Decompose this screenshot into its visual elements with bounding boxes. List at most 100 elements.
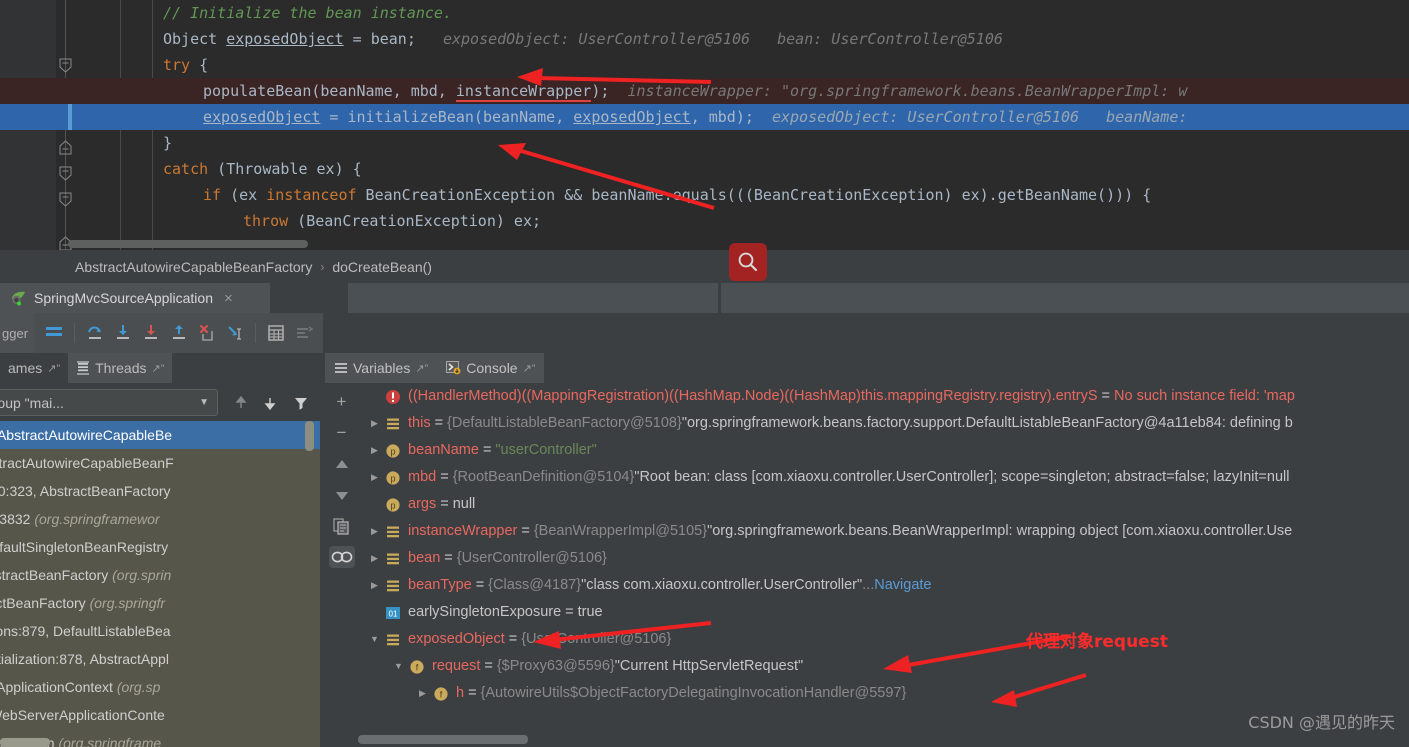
thread-dropdown[interactable]: main"@1 in group "mai... ▼	[0, 389, 218, 416]
stack-frame-item[interactable]: ateBean:517, AbstractAutowireCapableBean…	[0, 449, 320, 477]
frames-vertical-scrollbar[interactable]	[305, 421, 314, 451]
stack-frame-item[interactable]: Object:-1, 1026483832 (org.springframewo…	[0, 505, 320, 533]
code-line[interactable]: populateBean(beanName, mbd, instanceWrap…	[0, 78, 1409, 104]
step-into-icon[interactable]	[110, 320, 136, 346]
variable-row[interactable]: ((HandlerMethod)((MappingRegistration)((…	[358, 383, 1409, 410]
code-line[interactable]: }	[0, 130, 1409, 156]
variable-row[interactable]: ▶ beanType = {Class@4187} "class com.xiaoxu…	[358, 572, 1409, 599]
code-line[interactable]: try {	[0, 52, 1409, 78]
chevron-right-icon[interactable]: ▶	[366, 572, 383, 599]
variable-row[interactable]: p args = null	[358, 491, 1409, 518]
variables-tab-bar[interactable]: Variables ↗” Console ↗”	[325, 353, 1409, 383]
frames-horizontal-scrollbar[interactable]	[0, 738, 50, 747]
variable-row[interactable]: ▶ f h = {AutowireUtils$ObjectFactoryDelegati…	[358, 680, 1409, 707]
force-step-into-icon[interactable]	[138, 320, 164, 346]
stack-frame-item[interactable]: InstantiateSingletons:879, DefaultListab…	[0, 617, 320, 645]
search-button[interactable]	[729, 243, 767, 281]
settings-lines-icon[interactable]	[291, 320, 317, 346]
variable-row[interactable]: ▶ bean = {UserController@5106}	[358, 545, 1409, 572]
frames-panel[interactable]: main"@1 in group "mai... ▼ CreateBean:59…	[0, 383, 320, 747]
variables-horizontal-scrollbar[interactable]	[358, 735, 528, 744]
show-execution-point-icon[interactable]	[41, 320, 67, 346]
run-tab-empty-1[interactable]	[348, 283, 718, 313]
stack-frame-item[interactable]: esh:141, ServletWebServerApplicationCont…	[0, 701, 320, 729]
breadcrumb-item-method[interactable]: doCreateBean()	[332, 259, 432, 275]
stack-frame-item[interactable]: esh:550, AbstractApplicationContext (org…	[0, 673, 320, 701]
stack-frame-item[interactable]: CreateBean:595, AbstractAutowireCapableB…	[0, 421, 320, 449]
variable-row[interactable]: ▼ exposedObject = {UserController@5106}	[358, 626, 1409, 653]
variable-row[interactable]: ▶ this = {DefaultListableBeanFactory@5108} …	[358, 410, 1409, 437]
inspect-button[interactable]	[328, 546, 355, 568]
frames-filter-button[interactable]	[290, 393, 312, 413]
variable-row[interactable]: ▶ p mbd = {RootBeanDefinition@5104} "Root be…	[358, 464, 1409, 491]
code-line[interactable]: throw (BeanCreationException) ex;	[0, 208, 1409, 234]
chevron-down-icon[interactable]: ▼	[199, 397, 209, 408]
variable-row[interactable]: ▶ p beanName = "userController"	[358, 437, 1409, 464]
stack-frame-item[interactable]: Singleton:222, DefaultSingletonBeanRegis…	[0, 533, 320, 561]
frames-up-button[interactable]	[230, 393, 252, 413]
tab-frames[interactable]: ames ↗”	[0, 353, 68, 383]
thread-selector-row[interactable]: main"@1 in group "mai... ▼	[0, 383, 320, 421]
navigate-link[interactable]: Navigate	[874, 572, 931, 599]
chevron-right-icon[interactable]: ▶	[366, 545, 383, 572]
breadcrumb[interactable]: AbstractAutowireCapableBeanFactory › doC…	[0, 250, 1409, 283]
spring-boot-icon	[12, 291, 25, 305]
chevron-right-icon[interactable]: ▶	[366, 518, 383, 545]
tab-console[interactable]: Console ↗”	[437, 353, 545, 383]
variable-row[interactable]: ▶ instanceWrapper = {BeanWrapperImpl@5105} …	[358, 518, 1409, 545]
step-over-icon[interactable]	[82, 320, 108, 346]
remove-watch-button[interactable]: −	[329, 422, 355, 444]
variables-side-toolbar[interactable]: + −	[325, 383, 358, 747]
chevron-right-icon[interactable]: ▶	[366, 464, 383, 491]
code-line[interactable]: // Initialize the bean instance.	[0, 0, 1409, 26]
drop-frame-icon[interactable]	[194, 320, 220, 346]
breadcrumb-item-class[interactable]: AbstractAutowireCapableBeanFactory	[75, 259, 312, 275]
code-line[interactable]: catch (Throwable ex) {	[0, 156, 1409, 182]
chevron-down-icon[interactable]: ▼	[366, 626, 383, 653]
variable-row[interactable]: 01 earlySingletonExposure = true	[358, 599, 1409, 626]
stack-frame-item[interactable]: GetBean:321, AbstractBeanFactory (org.sp…	[0, 561, 320, 589]
pin-icon[interactable]: ↗”	[415, 362, 428, 375]
tab-threads[interactable]: Threads ↗”	[68, 353, 173, 383]
code-lines[interactable]: // Initialize the bean instance. Object e…	[0, 0, 1409, 234]
call-stack-list[interactable]: CreateBean:595, AbstractAutowireCapableB…	[0, 421, 320, 747]
object-icon	[387, 526, 399, 537]
run-tab-spring-app[interactable]: SpringMvcSourceApplication ×	[0, 283, 270, 313]
chevron-right-icon[interactable]: ▶	[366, 437, 383, 464]
chevron-right-icon[interactable]: ▶	[414, 680, 431, 707]
run-tab-empty-2[interactable]	[721, 283, 1409, 313]
code-editor[interactable]: ? // Initialize the bean instance.Object…	[0, 0, 1409, 250]
copy-value-button[interactable]	[329, 515, 355, 537]
close-icon[interactable]: ×	[224, 290, 233, 307]
stack-frame-item[interactable]: bda$doGetBean$0:323, AbstractBeanFactory	[0, 477, 320, 505]
code-line[interactable]: exposedObject = initializeBean(beanName,…	[0, 104, 1409, 130]
variables-tree[interactable]: ((HandlerMethod)((MappingRegistration)((…	[358, 383, 1409, 747]
frames-down-button[interactable]	[259, 393, 281, 413]
run-to-cursor-icon[interactable]	[222, 320, 248, 346]
frames-tab-bar[interactable]: ames ↗” Threads ↗”	[0, 353, 320, 383]
chevron-down-icon[interactable]: ▼	[390, 653, 407, 680]
pin-icon[interactable]: ↗”	[47, 362, 60, 375]
code-line[interactable]: Object exposedObject = bean; exposedObje…	[0, 26, 1409, 52]
add-watch-button[interactable]: +	[329, 391, 355, 413]
move-down-button[interactable]	[329, 484, 355, 506]
editor-horizontal-scrollbar[interactable]	[68, 240, 308, 248]
variable-value: "Root bean: class [com.xiaoxu.controller…	[634, 469, 1290, 485]
stack-frame-item[interactable]: Bean:202, AbstractBeanFactory (org.sprin…	[0, 589, 320, 617]
code-line[interactable]: if (ex instanceof BeanCreationException …	[0, 182, 1409, 208]
toolbar-divider	[74, 323, 75, 343]
pin-icon[interactable]: ↗”	[151, 362, 164, 375]
debugger-toolbar[interactable]: gger	[0, 313, 1409, 353]
evaluate-expression-icon[interactable]	[263, 320, 289, 346]
move-up-button[interactable]	[329, 453, 355, 475]
debugger-action-buttons[interactable]	[35, 313, 323, 353]
chevron-right-icon[interactable]: ▶	[366, 410, 383, 437]
step-out-icon[interactable]	[166, 320, 192, 346]
run-tab-bar[interactable]: SpringMvcSourceApplication ×	[0, 283, 1409, 313]
variable-type-icon-wrap: p	[383, 470, 403, 486]
pin-icon[interactable]: ↗”	[523, 362, 536, 375]
variable-row[interactable]: ▼ f request = {$Proxy63@5596} "Current HttpS…	[358, 653, 1409, 680]
stack-frame-item[interactable]: shBeanFactoryInitialization:878, Abstrac…	[0, 645, 320, 673]
tab-variables[interactable]: Variables ↗”	[325, 353, 438, 383]
code-token: instanceWrapper: "org.springframework.be…	[609, 82, 1188, 100]
